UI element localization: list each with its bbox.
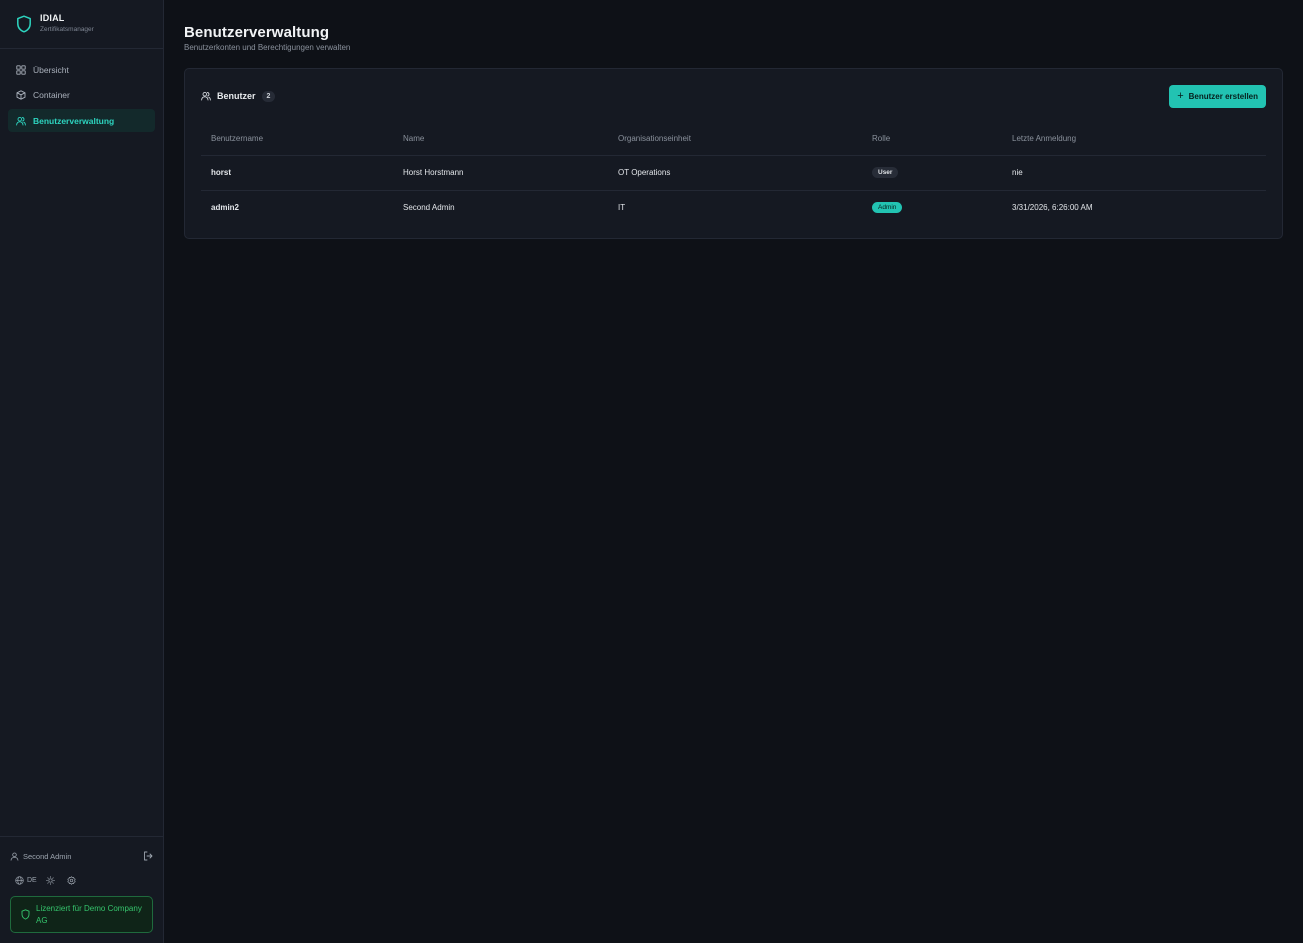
footer-tools: DE (10, 874, 153, 886)
cell-org-unit: IT (618, 203, 626, 213)
role-badge: Admin (872, 202, 903, 214)
current-user: Second Admin (10, 852, 71, 861)
current-user-row: Second Admin (10, 849, 153, 863)
license-badge: Lizenziert für Demo Company AG (10, 896, 153, 933)
cell-role: User (862, 155, 1002, 191)
user-count-badge: 2 (261, 90, 276, 102)
cell-name: Horst Horstmann (393, 155, 608, 191)
sidebar-item-label: Übersicht (33, 64, 69, 75)
globe-icon (15, 875, 24, 885)
page-title: Benutzerverwaltung (184, 24, 330, 41)
theme-toggle[interactable] (45, 875, 58, 885)
table-header-row: Benutzername Name Organisationseinheit R… (201, 123, 1266, 156)
column-header-name[interactable]: Name (393, 123, 608, 156)
sun-icon (45, 875, 55, 885)
users-card-title-text: Benutzer (217, 91, 256, 101)
users-card: Benutzer 2 + Benutzer erstellen Benutzer… (184, 68, 1283, 239)
table-row[interactable]: admin2 Second Admin IT Admin 3/31/2026, … (201, 190, 1266, 225)
sidebar-item-benutzerverwaltung[interactable]: Benutzerverwaltung (8, 109, 155, 132)
app-root: IDIAL Zertifikatsmanager Übersicht Conta… (0, 0, 1303, 943)
sidebar-item-uebersicht[interactable]: Übersicht (8, 58, 155, 81)
users-icon (16, 116, 26, 126)
cell-org-unit: OT Operations (608, 155, 862, 191)
cell-username: horst (201, 155, 393, 191)
shield-icon (21, 909, 30, 920)
column-header-role[interactable]: Rolle (862, 123, 1002, 156)
brand-text: IDIAL Zertifikatsmanager (40, 13, 94, 34)
license-text: Lizenziert für Demo Company AG (36, 903, 142, 925)
sidebar: IDIAL Zertifikatsmanager Übersicht Conta… (0, 0, 164, 943)
box-icon (16, 90, 26, 100)
role-badge: User (872, 167, 899, 178)
gear-icon (67, 875, 76, 885)
column-header-last-login[interactable]: Letzte Anmeldung (1002, 123, 1266, 156)
users-icon (201, 91, 211, 101)
cell-name: Second Admin (403, 203, 455, 213)
column-header-username[interactable]: Benutzername (201, 123, 393, 156)
main-content: Benutzerverwaltung Benutzerkonten und Be… (164, 0, 1303, 943)
users-card-title: Benutzer 2 (201, 90, 276, 102)
sidebar-item-container[interactable]: Container (8, 84, 155, 107)
cell-last-login: 3/31/2026, 6:26:00 AM (1012, 203, 1093, 213)
cell-last-login: nie (1002, 155, 1266, 191)
sidebar-item-label: Container (33, 90, 70, 100)
user-icon (10, 852, 19, 861)
cell-role: Admin (862, 190, 1002, 225)
brand-name: IDIAL (40, 13, 65, 24)
current-user-name: Second Admin (23, 851, 72, 861)
shield-icon (16, 15, 32, 33)
page-subtitle: Benutzerkonten und Berechtigungen verwal… (184, 43, 351, 52)
create-user-button[interactable]: + Benutzer erstellen (1169, 84, 1266, 108)
column-header-org-unit[interactable]: Organisationseinheit (608, 123, 862, 156)
brand[interactable]: IDIAL Zertifikatsmanager (0, 0, 163, 49)
logout-icon[interactable] (143, 851, 153, 861)
sidebar-footer: Second Admin DE Lizenziert für Demo Comp… (0, 836, 163, 943)
sidebar-item-label: Benutzerverwaltung (33, 115, 115, 126)
language-switch[interactable]: DE (15, 875, 37, 885)
users-card-header: Benutzer 2 + Benutzer erstellen (201, 69, 1266, 123)
brand-subtitle: Zertifikatsmanager (40, 26, 94, 34)
table-row[interactable]: horst Horst Horstmann OT Operations User… (201, 155, 1266, 191)
cell-username: admin2 (211, 203, 240, 213)
settings-button[interactable] (67, 875, 79, 885)
plus-icon: + (1177, 89, 1184, 102)
language-label: DE (27, 876, 37, 884)
users-table: Benutzername Name Organisationseinheit R… (201, 123, 1266, 225)
sidebar-nav: Übersicht Container Benutzerverwaltung (0, 49, 163, 135)
create-user-button-label: Benutzer erstellen (1188, 91, 1258, 101)
grid-icon (16, 64, 26, 75)
